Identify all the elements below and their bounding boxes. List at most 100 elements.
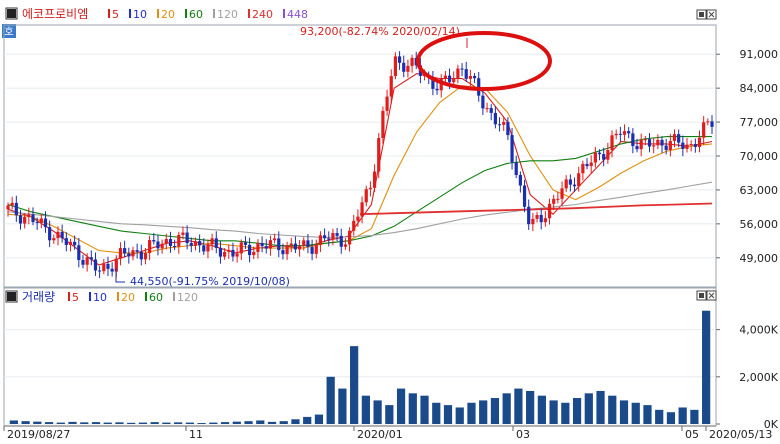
candle-body (73, 241, 77, 246)
candle-body (14, 202, 18, 216)
volume-tick-label: 4,000K (739, 324, 778, 337)
candle-body (635, 146, 639, 150)
candle-body (131, 250, 135, 257)
volume-bar (303, 416, 312, 424)
candle-body (93, 259, 98, 271)
volume-bar (502, 393, 511, 424)
candle-body (697, 137, 702, 147)
candle-body (710, 121, 714, 127)
volume-bar (408, 393, 417, 424)
candle-body (443, 75, 447, 79)
candle-body (618, 133, 622, 135)
candle-body (56, 231, 60, 239)
price-tick-label: 84,000 (740, 82, 779, 95)
volume-window-buttons[interactable] (696, 290, 717, 301)
price-tick-label: 56,000 (740, 218, 779, 231)
x-tick-label: 05 (685, 428, 699, 440)
volume-bar (655, 409, 664, 424)
candle-body (493, 112, 497, 125)
ma-label-120[interactable]: 120 (217, 8, 238, 21)
ma-label-240[interactable]: 240 (252, 8, 273, 21)
candle-body (214, 238, 218, 248)
candle-body (652, 145, 656, 147)
candle-body (402, 62, 406, 72)
volume-bar (162, 422, 171, 424)
ma-swatch-448 (283, 9, 285, 18)
candle-body (510, 135, 514, 163)
candle-body (368, 187, 373, 190)
volume-bar (432, 402, 441, 424)
price-tick-label: 77,000 (740, 116, 779, 129)
candle-body (668, 140, 672, 150)
volume-bar (549, 400, 558, 424)
volume-bar (584, 393, 593, 424)
ma-label-10[interactable]: 10 (133, 8, 147, 21)
high-annotation: 93,200(-82.74% 2020/02/14) (300, 25, 460, 38)
candle-body (256, 243, 260, 252)
x-tick-label: 2019/08/27 (7, 428, 70, 440)
volume-bar (596, 390, 605, 424)
volume-bar (690, 409, 699, 424)
candle-body (223, 251, 227, 257)
candle-body (539, 214, 543, 223)
volume-bar (420, 395, 429, 424)
candle-body (672, 134, 677, 141)
candle-body (631, 133, 635, 147)
candlesticks (6, 51, 714, 279)
volume-bar (138, 422, 148, 424)
volume-bar (350, 346, 359, 424)
candle-body (231, 249, 235, 257)
candle-body (356, 216, 360, 221)
vol-ma-label-20[interactable]: 20 (121, 291, 135, 304)
candle-body (306, 240, 310, 247)
ma-label-448[interactable]: 448 (287, 8, 308, 21)
candle-body (185, 232, 189, 244)
candle-body (314, 244, 318, 254)
highlight-ellipse (416, 31, 552, 91)
candle-body (35, 222, 39, 224)
volume-bar (33, 421, 42, 424)
volume-bar (232, 421, 241, 424)
candle-body (627, 131, 631, 134)
candle-body (164, 239, 168, 244)
candle-body (606, 150, 610, 160)
candle-body (48, 227, 52, 241)
candle-body (464, 69, 468, 79)
vol-ma-label-5[interactable]: 5 (72, 291, 79, 304)
candle-body (10, 202, 14, 206)
candle-body (43, 218, 48, 228)
vol-ma-label-10[interactable]: 10 (93, 291, 107, 304)
vol-ma-swatch-60 (145, 292, 147, 301)
vol-ma-label-120[interactable]: 120 (177, 291, 198, 304)
ma-label-20[interactable]: 20 (161, 8, 175, 21)
price-tick-label: 70,000 (740, 150, 779, 163)
panel-window-buttons[interactable] (696, 9, 717, 20)
volume-bar (115, 422, 124, 424)
candle-body (381, 110, 385, 139)
volume-bar (314, 414, 324, 424)
candle-body (352, 220, 356, 231)
candle-body (123, 248, 127, 254)
vol-ma-label-60[interactable]: 60 (149, 291, 163, 304)
ma-label-5[interactable]: 5 (112, 8, 119, 21)
candle-body (577, 173, 581, 187)
candle-body (481, 95, 485, 109)
volume-bar (396, 388, 406, 424)
candle-body (273, 238, 277, 241)
candle-body (6, 205, 10, 210)
volume-bar (666, 412, 676, 424)
candle-body (260, 243, 264, 247)
volume-bar (443, 405, 453, 424)
candle-body (589, 162, 593, 167)
candle-body (85, 257, 89, 265)
ma-swatch-10 (129, 9, 131, 18)
candle-body (64, 238, 68, 245)
price-tick-label: 63,000 (740, 184, 779, 197)
candle-body (139, 251, 143, 260)
ma-label-60[interactable]: 60 (189, 8, 203, 21)
candle-body (556, 198, 560, 200)
volume-bar (103, 422, 112, 424)
vol-ma-swatch-5 (68, 292, 70, 301)
candle-body (472, 76, 477, 79)
candle-body (268, 240, 273, 249)
